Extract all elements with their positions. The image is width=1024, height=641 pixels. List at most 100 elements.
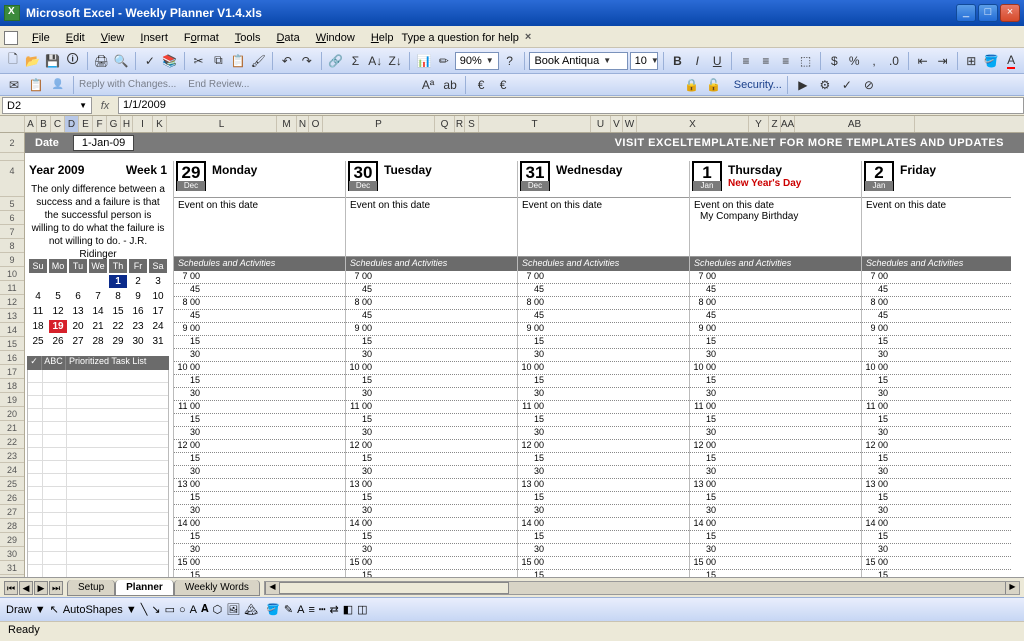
mini-calendar[interactable]: SuMoTuWeThFrSa 1234567891011121314151617…	[27, 257, 169, 350]
font-select[interactable]: Book Antiqua▼	[529, 52, 627, 70]
oval-icon[interactable]: ○	[179, 604, 186, 616]
size-select[interactable]: 10▼	[630, 52, 658, 70]
borders-icon[interactable]: ⊞	[962, 51, 980, 71]
align-center-icon[interactable]: ≡	[757, 51, 775, 71]
select-icon[interactable]: ↖	[50, 603, 59, 616]
italic-button[interactable]: I	[688, 51, 706, 71]
fill-icon[interactable]: 🪣	[266, 603, 280, 616]
sort-desc-icon[interactable]: Z↓	[386, 51, 404, 71]
h-scrollbar[interactable]: ◀▶	[264, 581, 1020, 595]
dec-inc-icon[interactable]: .0	[885, 51, 903, 71]
chart-icon[interactable]: 📊	[415, 51, 433, 71]
zoom-select[interactable]: 90%▼	[455, 52, 499, 70]
schedule-rows[interactable]: 7 00458 00459 00153010 00153011 00153012…	[346, 271, 517, 577]
arrow-icon[interactable]: ↘	[151, 603, 160, 616]
align-right-icon[interactable]: ≡	[777, 51, 795, 71]
maximize-button[interactable]: □	[978, 4, 998, 22]
bold-button[interactable]: B	[669, 51, 687, 71]
macro3-icon[interactable]: ✓	[837, 75, 857, 95]
dash-icon[interactable]: ┅	[319, 603, 326, 616]
indent-dec-icon[interactable]: ⇤	[914, 51, 932, 71]
clipart-icon[interactable]: 🖼	[226, 603, 240, 616]
comma-icon[interactable]: ,	[865, 51, 883, 71]
align-left-icon[interactable]: ≡	[737, 51, 755, 71]
column-headers[interactable]: ABC DEF GHI KLM NOP QRS TUV WXY ZAAAB	[0, 116, 1024, 133]
format-painter-icon[interactable]: 🖌	[249, 51, 267, 71]
macro2-icon[interactable]: ⚙	[815, 75, 835, 95]
underline-button[interactable]: U	[708, 51, 726, 71]
line-icon[interactable]: ╲	[141, 603, 148, 616]
worksheet-grid[interactable]: 2 4 5678910 11121314151617 1819202122232…	[0, 133, 1024, 577]
schedule-rows[interactable]: 7 00458 00459 00153010 00153011 00153012…	[518, 271, 689, 577]
schedule-rows[interactable]: 7 00458 00459 00153010 00153011 00153012…	[862, 271, 1011, 577]
spell-icon[interactable]: ✓	[141, 51, 159, 71]
redo-icon[interactable]: ↷	[298, 51, 316, 71]
menu-help[interactable]: Help	[363, 30, 402, 46]
tab-prev-icon[interactable]: ◀	[19, 581, 33, 595]
macro4-icon[interactable]: ⊘	[859, 75, 879, 95]
autosum-icon[interactable]: Σ	[347, 51, 365, 71]
sort-asc-icon[interactable]: A↓	[366, 51, 384, 71]
task-list[interactable]	[27, 370, 169, 577]
3d-icon[interactable]: ◫	[357, 603, 367, 616]
tab-next-icon[interactable]: ▶	[34, 581, 48, 595]
name-box[interactable]: D2▼	[2, 97, 92, 114]
char-b-icon[interactable]: ab	[440, 75, 460, 95]
euro2-icon[interactable]: €	[493, 75, 513, 95]
rect-icon[interactable]: ▭	[165, 603, 175, 616]
fx-icon[interactable]: fx	[96, 100, 114, 112]
font-color2-icon[interactable]: A	[297, 604, 304, 616]
security-button[interactable]: Security...	[734, 79, 782, 91]
percent-icon[interactable]: %	[845, 51, 863, 71]
mail-icon[interactable]: ✉	[4, 75, 24, 95]
menu-window[interactable]: Window	[308, 30, 363, 46]
drawing-icon[interactable]: ✏	[435, 51, 453, 71]
event-box[interactable]: Event on this date	[862, 197, 1011, 257]
arrow-style-icon[interactable]: ⇄	[330, 603, 339, 616]
protect2-icon[interactable]: 🔓	[704, 75, 724, 95]
event-box[interactable]: Event on this dateMy Company Birthday	[690, 197, 861, 257]
currency-icon[interactable]: $	[825, 51, 843, 71]
hyperlink-icon[interactable]: 🔗	[327, 51, 345, 71]
tab-weekly-words[interactable]: Weekly Words	[174, 580, 260, 596]
cut-icon[interactable]: ✂	[190, 51, 208, 71]
schedule-rows[interactable]: 7 00458 00459 00153010 00153011 00153012…	[174, 271, 345, 577]
minimize-button[interactable]: _	[956, 4, 976, 22]
menu-file[interactable]: File	[24, 30, 58, 46]
picture-icon[interactable]: 🏔	[244, 603, 258, 616]
event-box[interactable]: Event on this date	[174, 197, 345, 257]
tab-last-icon[interactable]: ⏭	[49, 581, 63, 595]
help-search-input[interactable]: Type a question for help	[401, 32, 518, 44]
formula-input[interactable]: 1/1/2009	[118, 97, 1024, 114]
menu-view[interactable]: View	[93, 30, 133, 46]
fill-color-icon[interactable]: 🪣	[982, 51, 1000, 71]
merge-icon[interactable]: ⬚	[797, 51, 815, 71]
indent-inc-icon[interactable]: ⇥	[934, 51, 952, 71]
doc-close-button[interactable]: ×	[525, 31, 539, 45]
euro-icon[interactable]: €	[471, 75, 491, 95]
permission-icon[interactable]: 🛈	[64, 51, 82, 71]
draw-menu[interactable]: Draw ▼	[6, 604, 46, 616]
copy-icon[interactable]: ⧉	[210, 51, 228, 71]
menu-edit[interactable]: Edit	[58, 30, 93, 46]
close-button[interactable]: ×	[1000, 4, 1020, 22]
print-icon[interactable]: 🖨	[92, 51, 110, 71]
tab-first-icon[interactable]: ⏮	[4, 581, 18, 595]
menu-data[interactable]: Data	[268, 30, 307, 46]
new-icon[interactable]: 🗋	[4, 51, 22, 71]
help-icon[interactable]: ?	[501, 51, 519, 71]
task-icon[interactable]: 📋	[26, 75, 46, 95]
protect-icon[interactable]: 🔒	[682, 75, 702, 95]
event-box[interactable]: Event on this date	[346, 197, 517, 257]
char-a-icon[interactable]: Aª	[418, 75, 438, 95]
event-box[interactable]: Event on this date	[518, 197, 689, 257]
shadow-icon[interactable]: ◧	[343, 603, 353, 616]
menu-format[interactable]: Format	[176, 30, 227, 46]
row-headers[interactable]: 2 4 5678910 11121314151617 1819202122232…	[0, 133, 25, 577]
open-icon[interactable]: 📂	[24, 51, 42, 71]
wordart-icon[interactable]: 𝐀	[201, 603, 209, 616]
tab-setup[interactable]: Setup	[67, 580, 115, 596]
font-color-icon[interactable]: A	[1002, 51, 1020, 71]
autoshapes-menu[interactable]: AutoShapes ▼	[63, 604, 137, 616]
paste-icon[interactable]: 📋	[229, 51, 247, 71]
